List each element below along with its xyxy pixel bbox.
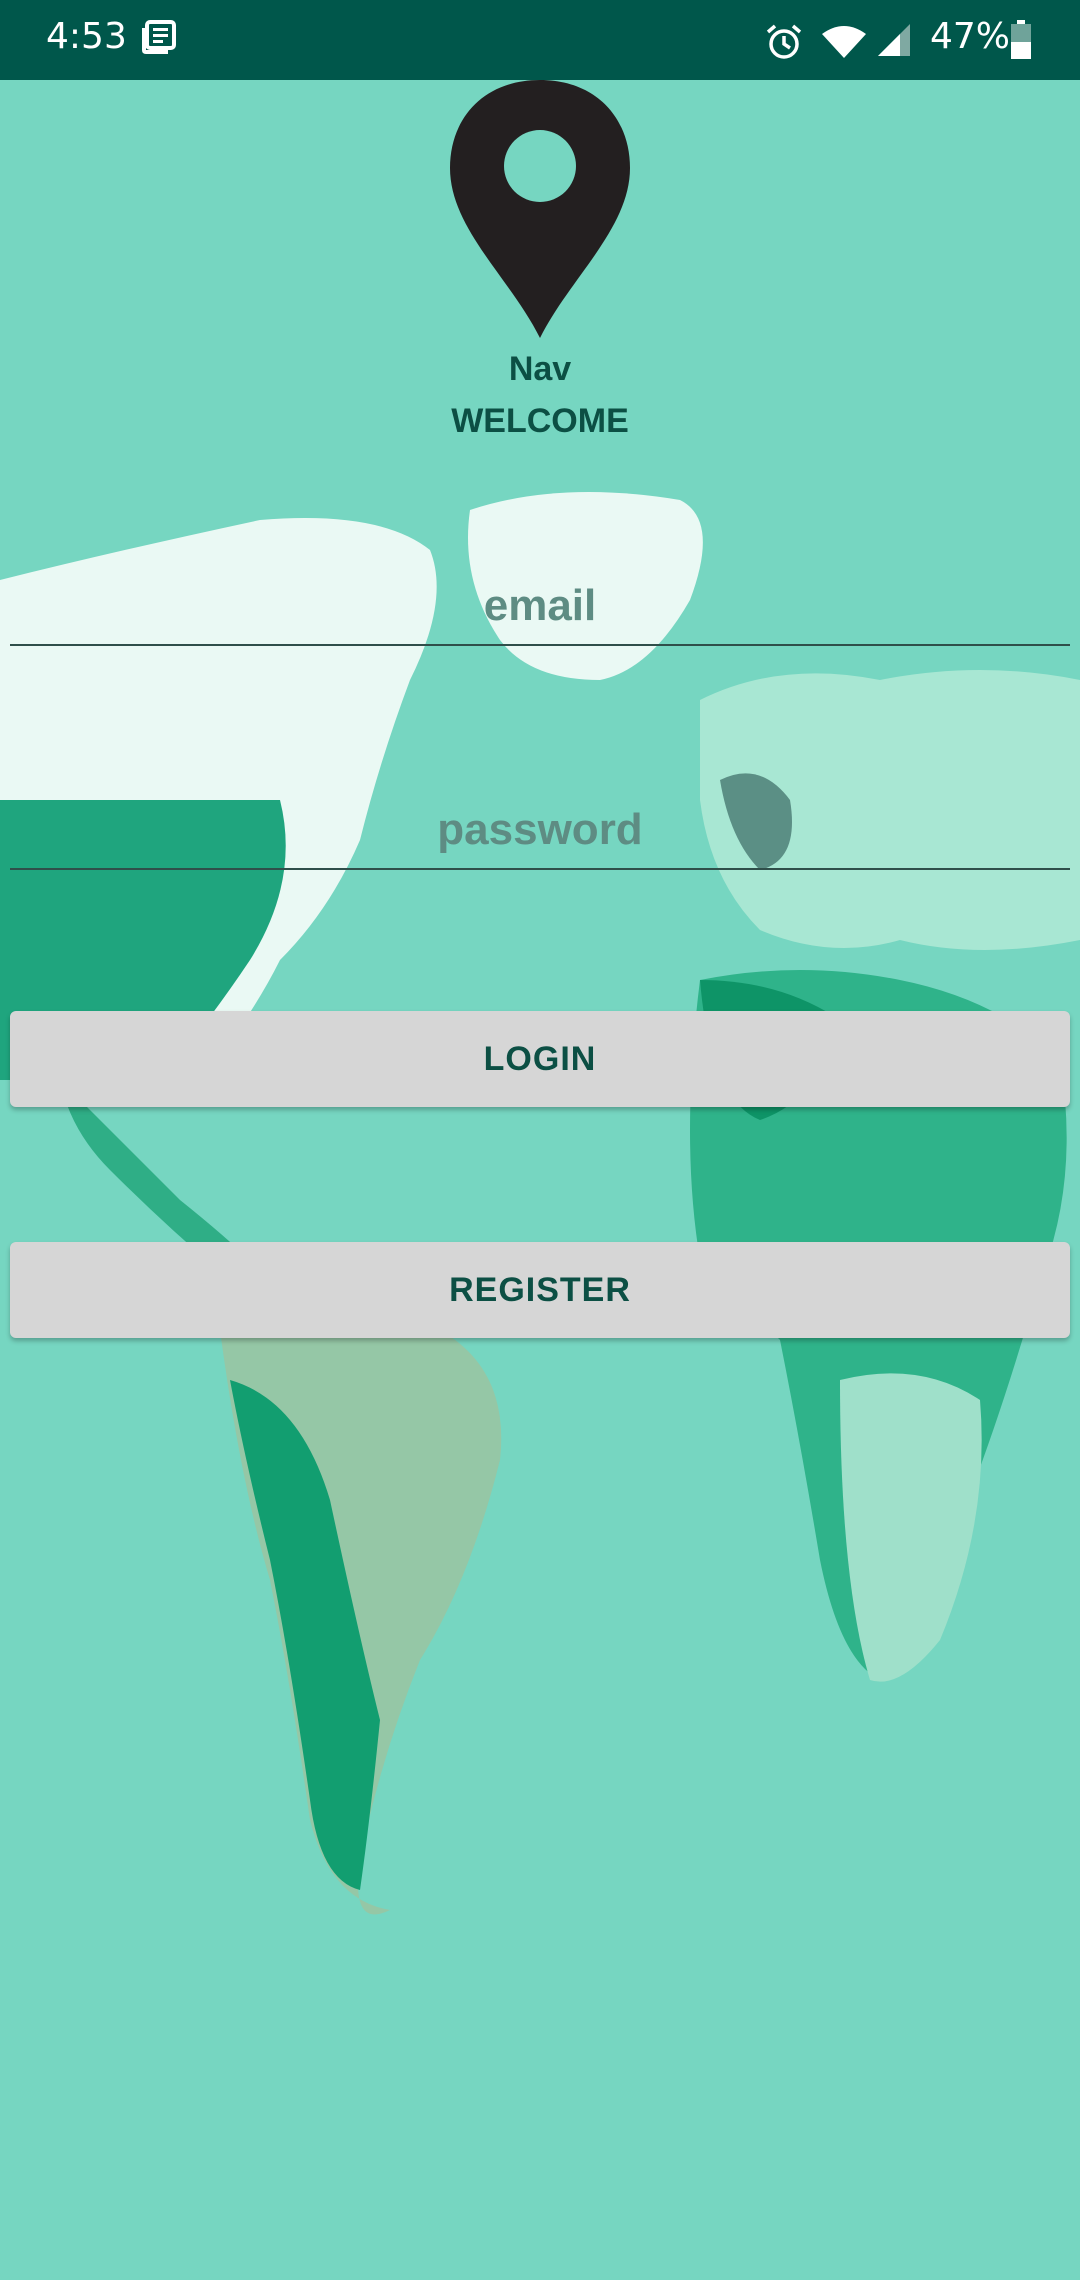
- app-name: Nav: [508, 350, 572, 388]
- cell-signal-icon: [878, 24, 910, 56]
- news-icon: [142, 20, 176, 54]
- login-button[interactable]: LOGIN: [10, 1011, 1070, 1107]
- wifi-icon: [822, 26, 866, 58]
- register-button[interactable]: REGISTER: [10, 1242, 1070, 1338]
- welcome-heading: WELCOME: [451, 402, 629, 440]
- battery-icon: [1011, 20, 1031, 59]
- status-time: 4:53: [46, 16, 127, 57]
- battery-percentage: 47%: [930, 16, 1011, 57]
- map-pin-icon: [450, 80, 630, 338]
- status-bar: 4:53 47%: [0, 0, 1080, 80]
- email-field[interactable]: [10, 568, 1070, 646]
- password-field[interactable]: [10, 792, 1070, 870]
- alarm-icon: [766, 24, 802, 59]
